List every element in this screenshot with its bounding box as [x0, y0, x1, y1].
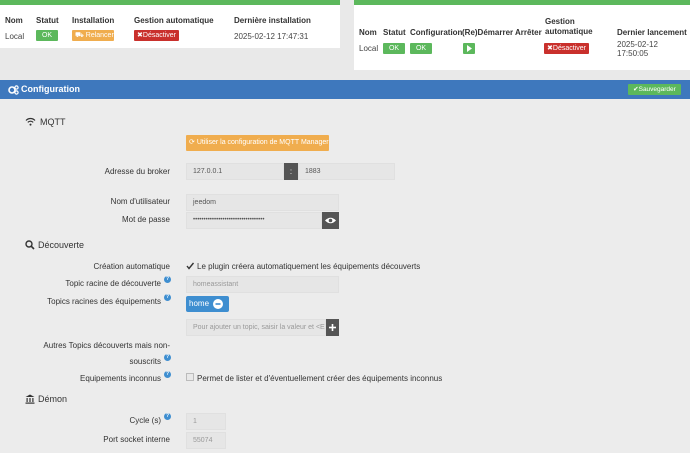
topic-tag-label: home: [189, 299, 210, 308]
dependencies-panel: Nom Statut Installation Gestion automati…: [0, 0, 340, 48]
cars-icon: ⛟: [75, 32, 86, 39]
username-input[interactable]: jeedom: [186, 194, 339, 211]
show-password-button[interactable]: [322, 212, 339, 229]
cycle-label: Cycle (s): [129, 416, 161, 425]
last-launch-date: 2025-02-12: [617, 40, 658, 49]
col-redemarrer: (Re)Démarrer: [462, 28, 514, 37]
col-statut: Statut: [36, 16, 59, 25]
password-label: Mot de passe: [121, 215, 170, 224]
auto-create-text: Le plugin créera automatiquement les équ…: [197, 262, 421, 271]
col-arreter: Arrêter: [515, 28, 542, 37]
relaunch-label: Relancer: [85, 32, 114, 39]
auto-create-checkbox[interactable]: [186, 262, 194, 270]
disable-auto-button[interactable]: ✖Désactiver: [134, 30, 179, 41]
cogs-icon: [8, 85, 19, 95]
daemon-section-title: Démon: [38, 394, 68, 404]
wifi-icon: [25, 117, 36, 126]
panel-status-bar: [354, 0, 690, 5]
root-topic-label: Topic racine de découverte: [65, 279, 161, 288]
status-badge: OK: [36, 30, 58, 41]
save-button[interactable]: ✔Sauvegarder: [628, 84, 681, 95]
help-icon[interactable]: ?: [164, 294, 171, 301]
plus-icon: [329, 324, 336, 331]
config-badge: OK: [410, 43, 432, 54]
minus-icon: [215, 303, 221, 305]
col-installation: Installation: [72, 16, 115, 25]
unknown-equipment-checkbox[interactable]: [186, 373, 194, 381]
topic-tag-home: home: [186, 296, 229, 312]
unknown-equipment-label: Equipements inconnus: [80, 374, 161, 383]
other-topics-label-2: souscrits: [129, 357, 161, 366]
mqtt-section-title: MQTT: [40, 117, 66, 127]
save-label: Sauvegarder: [638, 86, 676, 93]
row-name: Local: [359, 44, 379, 53]
other-topics-label-1: Autres Topics découverts mais non-: [43, 341, 170, 350]
disable-label: Désactiver: [142, 32, 176, 39]
socket-port-label: Port socket interne: [103, 435, 170, 444]
add-topic-button[interactable]: [326, 319, 339, 336]
refresh-icon: ⟳: [189, 139, 197, 146]
broker-label: Adresse du broker: [104, 167, 170, 176]
col-dernier-lancement: Dernier lancement: [617, 28, 687, 37]
col-nom: Nom: [359, 28, 377, 37]
broker-host-input[interactable]: 127.0.0.1: [186, 163, 284, 180]
broker-separator: :: [284, 163, 298, 180]
search-icon: [25, 240, 35, 250]
help-icon[interactable]: ?: [164, 276, 171, 283]
relaunch-button[interactable]: ⛟ Relancer: [72, 30, 114, 41]
last-install-value: 2025-02-12 17:47:31: [234, 32, 309, 41]
username-label: Nom d'utilisateur: [110, 197, 170, 206]
remove-topic-button[interactable]: [213, 299, 223, 309]
col-configuration: Configuration: [410, 28, 463, 37]
discovery-section-title: Découverte: [38, 240, 85, 250]
page-title: Configuration: [21, 84, 80, 94]
col-nom: Nom: [5, 16, 23, 25]
socket-port-input[interactable]: 55074: [186, 432, 226, 449]
use-mqtt-manager-button[interactable]: ⟳ Utiliser la configuration de MQTT Mana…: [186, 135, 329, 151]
col-automatique: automatique: [545, 27, 593, 36]
checkmark-icon: [186, 262, 194, 270]
configuration-body: [0, 99, 690, 453]
use-manager-label: Utiliser la configuration de MQTT Manage…: [196, 139, 329, 146]
play-icon: [467, 45, 472, 52]
root-topic-input[interactable]: homeassistant: [186, 276, 339, 293]
help-icon[interactable]: ?: [164, 371, 171, 378]
last-launch-time: 17:50:05: [617, 49, 649, 58]
disable-auto-button[interactable]: ✖Désactiver: [544, 43, 589, 54]
root-topics-label: Topics racines des équipements: [47, 297, 161, 306]
configuration-header: Configuration ✔Sauvegarder: [0, 80, 690, 99]
status-badge: OK: [383, 43, 405, 54]
unknown-equipment-text: Permet de lister et d'éventuellement cré…: [197, 374, 443, 383]
panel-status-bar: [0, 0, 340, 5]
add-topic-input[interactable]: Pour ajouter un topic, saisir la valeur …: [186, 319, 326, 336]
auto-create-label: Création automatique: [93, 262, 171, 271]
col-derniere-installation: Dernière installation: [234, 16, 311, 25]
bank-icon: [25, 394, 35, 404]
col-gestion-auto: Gestion automatique: [134, 16, 214, 25]
help-icon[interactable]: ?: [164, 354, 171, 361]
col-gestion: Gestion: [545, 17, 575, 26]
password-input[interactable]: ••••••••••••••••••••••••••••••••••: [186, 212, 322, 229]
eye-icon: [325, 217, 336, 224]
help-icon[interactable]: ?: [164, 413, 171, 420]
restart-button[interactable]: [463, 43, 475, 54]
col-statut: Statut: [383, 28, 406, 37]
cycle-input[interactable]: 1: [186, 413, 226, 430]
row-name: Local: [5, 32, 25, 41]
broker-port-input[interactable]: 1883: [298, 163, 395, 180]
disable-label: Désactiver: [552, 45, 586, 52]
daemon-panel: Nom Statut Configuration (Re)Démarrer Ar…: [354, 0, 690, 70]
